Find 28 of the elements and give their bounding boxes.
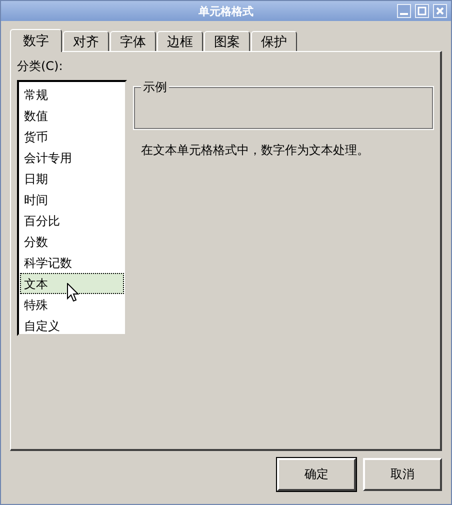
tab[interactable]: 图案 [204,31,250,51]
maximize-icon[interactable] [415,4,429,18]
list-item[interactable]: 自定义 [20,315,124,336]
sample-title: 示例 [141,79,169,96]
dialog-button[interactable]: 取消 [363,458,442,491]
tab[interactable]: 数字 [10,29,62,52]
list-item[interactable]: 百分比 [20,210,124,231]
cursor-icon [67,283,79,302]
list-item[interactable]: 会计专用 [20,147,124,168]
tab[interactable]: 字体 [110,31,156,51]
list-item[interactable]: 文本 [20,273,124,294]
window-title: 单元格格式 [198,4,254,18]
list-item[interactable]: 分数 [20,231,124,252]
list-item[interactable]: 常规 [20,84,124,105]
category-label: 分类(C): [17,58,63,75]
description-text: 在文本单元格格式中，数字作为文本处理。 [141,142,370,159]
tab[interactable]: 边框 [157,31,203,51]
list-item[interactable]: 特殊 [20,294,124,315]
close-icon[interactable] [433,4,447,18]
tab[interactable]: 保护 [251,31,297,51]
dialog-button[interactable]: 确定 [277,458,356,491]
minimize-icon[interactable] [397,4,411,18]
list-item[interactable]: 时间 [20,189,124,210]
list-item[interactable]: 数值 [20,105,124,126]
list-item[interactable]: 科学记数 [20,252,124,273]
list-item[interactable]: 日期 [20,168,124,189]
list-item[interactable]: 货币 [20,126,124,147]
tab[interactable]: 对齐 [63,31,109,51]
